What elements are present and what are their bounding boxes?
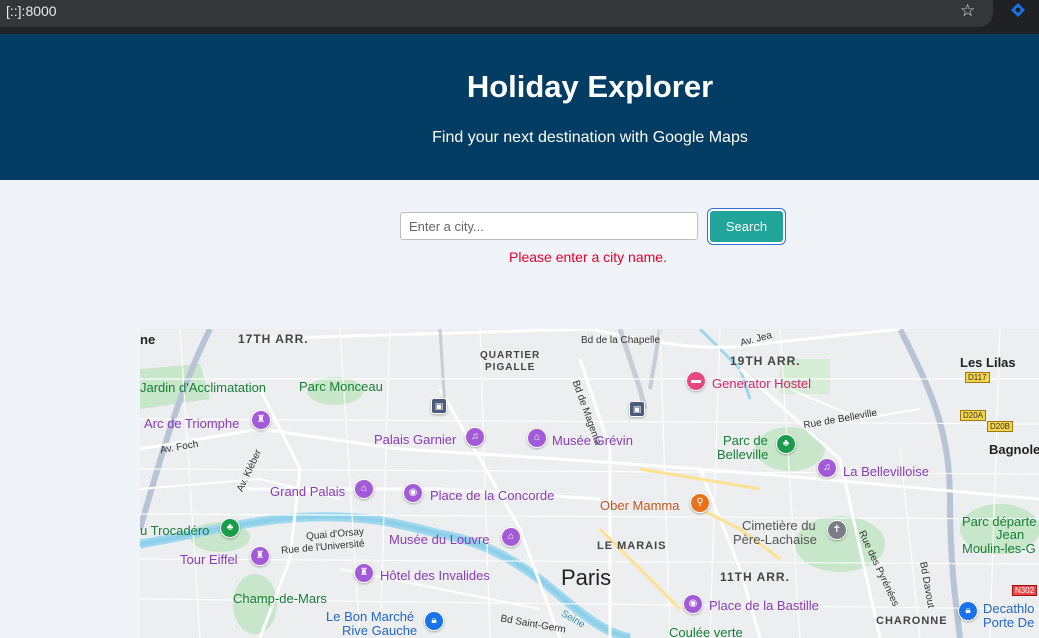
camera-marker-icon[interactable]: ◉ [403, 483, 423, 503]
address-bar[interactable]: [::]:8000 [0, 0, 993, 27]
train-station-icon[interactable]: ▣ [431, 398, 447, 414]
poi-label[interactable]: u Trocadéro [140, 523, 209, 538]
train-station-icon[interactable]: ▣ [629, 401, 645, 417]
poi-label[interactable]: Hôtel des Invalides [380, 568, 490, 583]
poi-label[interactable]: Parc Monceau [299, 379, 383, 394]
district-label: PIGALLE [485, 362, 536, 373]
url-text: [::]:8000 [6, 3, 57, 19]
park-marker-icon[interactable]: ♣ [220, 518, 240, 538]
town-label: Bagnole [989, 442, 1039, 457]
cemetery-marker-icon[interactable]: ✝ [827, 520, 847, 540]
browser-toolbar: [::]:8000 ☆ [0, 0, 1039, 34]
poi-label[interactable]: Generator Hostel [712, 376, 811, 391]
town-label: Les Lilas [960, 355, 1016, 370]
poi-label[interactable]: Cimetière du [742, 518, 816, 533]
poi-label[interactable]: Place de la Concorde [430, 488, 554, 503]
bookmark-star-icon[interactable]: ☆ [960, 1, 975, 21]
monument-marker-icon[interactable]: ♜ [354, 563, 374, 583]
hotel-marker-icon[interactable]: ▬ [686, 371, 706, 391]
poi-label[interactable]: Rive Gauche [342, 623, 417, 638]
monument-marker-icon[interactable]: ♜ [251, 410, 271, 430]
site-header: Holiday Explorer Find your next destinat… [0, 34, 1039, 180]
district-label: QUARTIER [480, 350, 541, 361]
district-label: 19TH ARR. [730, 354, 801, 368]
street-label: Bd de la Chapelle [581, 335, 660, 346]
shopping-marker-icon[interactable]: 🔒︎ [958, 601, 978, 621]
restaurant-marker-icon[interactable]: ⚲ [690, 493, 710, 513]
shopping-marker-icon[interactable]: 🔒︎ [424, 611, 444, 631]
page-title: Holiday Explorer [466, 69, 714, 104]
poi-label[interactable]: Jean [996, 527, 1024, 542]
extension-icon[interactable] [1010, 2, 1026, 18]
town-label: ne [140, 332, 156, 347]
road-sign: D20A [960, 410, 987, 421]
district-label: 11TH ARR. [720, 570, 790, 584]
music-marker-icon[interactable]: ♫ [465, 427, 485, 447]
poi-label[interactable]: Decathlo [983, 601, 1034, 616]
poi-label[interactable]: La Bellevilloise [843, 464, 929, 479]
monument-marker-icon[interactable]: ♜ [250, 546, 270, 566]
poi-label[interactable]: Moulin-les-G [962, 541, 1036, 556]
poi-label[interactable]: Ober Mamma [600, 498, 679, 513]
poi-label[interactable]: Grand Palais [270, 484, 345, 499]
poi-label[interactable]: Belleville [717, 447, 768, 462]
poi-label[interactable]: Musée Grévin [552, 433, 633, 448]
camera-marker-icon[interactable]: ◉ [683, 594, 703, 614]
park-marker-icon[interactable]: ♣ [776, 434, 796, 454]
road-sign: D117 [965, 372, 990, 383]
error-message: Please enter a city name. [509, 249, 667, 265]
poi-label[interactable]: Champ-de-Mars [233, 591, 327, 606]
road-sign: N302 [1012, 585, 1038, 596]
poi-label[interactable]: Parc de [723, 433, 768, 448]
google-map[interactable]: 17TH ARR. QUARTIER PIGALLE 19TH ARR. LE … [140, 329, 1039, 638]
search-button[interactable]: Search [710, 211, 783, 242]
district-label: 17TH ARR. [238, 332, 309, 346]
poi-label[interactable]: Le Bon Marché [326, 609, 414, 624]
museum-marker-icon[interactable]: ⌂ [354, 479, 374, 499]
venue-marker-icon[interactable]: ♫ [817, 458, 837, 478]
poi-label[interactable]: Place de la Bastille [709, 598, 819, 613]
poi-label[interactable]: Père-Lachaise [733, 532, 817, 547]
poi-label[interactable]: Arc de Triomphe [144, 416, 239, 431]
poi-label[interactable]: Palais Garnier [374, 432, 456, 447]
page-subtitle: Find your next destination with Google M… [432, 129, 748, 146]
poi-label[interactable]: Tour Eiffel [180, 552, 238, 567]
district-label: LE MARAIS [597, 540, 667, 552]
poi-label[interactable]: Jardin d'Acclimatation [140, 380, 266, 395]
poi-label[interactable]: Porte De [983, 615, 1034, 630]
city-search-input[interactable] [400, 212, 698, 240]
road-sign: D20B [987, 421, 1014, 432]
museum-marker-icon[interactable]: ⌂ [527, 428, 547, 448]
city-label-paris: Paris [561, 565, 612, 590]
poi-label[interactable]: Coulée verte [669, 625, 743, 638]
district-label: CHARONNE [876, 615, 948, 627]
museum-marker-icon[interactable]: ⌂ [501, 527, 521, 547]
poi-label[interactable]: Musée du Louvre [389, 532, 489, 547]
